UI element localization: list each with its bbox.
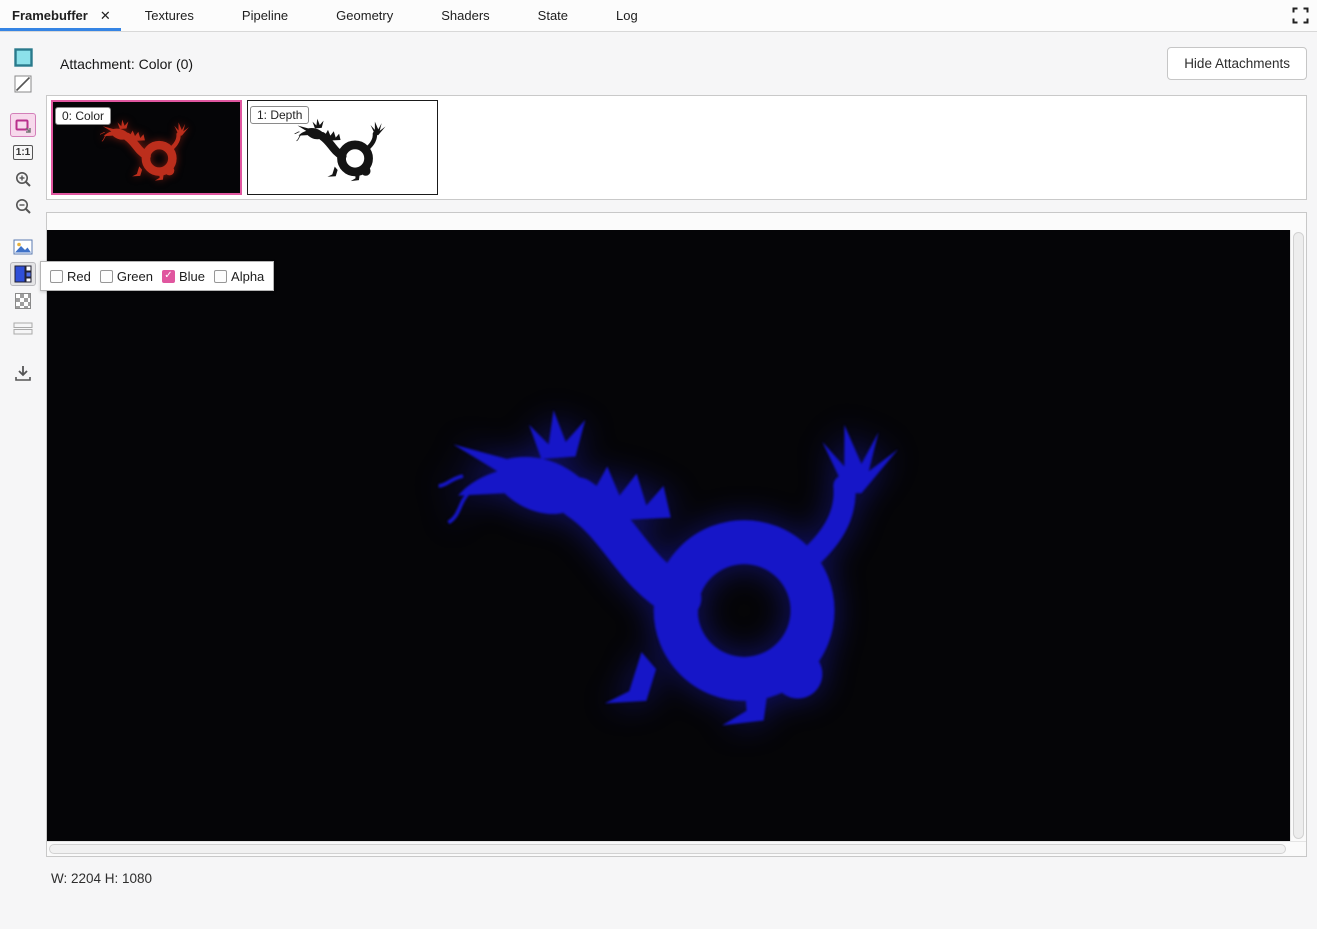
channel-selector: Red Green Blue Alpha — [40, 261, 274, 291]
alpha-checkbox-label: Alpha — [231, 269, 264, 284]
horizontal-scrollbar-thumb[interactable] — [49, 844, 1286, 854]
alpha-checkbox-box — [214, 270, 227, 283]
vertical-scrollbar[interactable] — [1290, 230, 1306, 841]
left-toolbar: 1:1 — [0, 32, 46, 929]
save-button[interactable] — [10, 361, 36, 385]
no-background-button[interactable] — [10, 72, 36, 96]
blue-checkbox-box — [162, 270, 175, 283]
attachment-chip: 1: Depth — [250, 106, 309, 124]
blue-checkbox-label: Blue — [179, 269, 205, 284]
channels-icon — [14, 265, 32, 283]
zoom-out-icon — [14, 197, 32, 215]
checkerboard-button[interactable] — [10, 289, 36, 313]
viewport — [46, 212, 1307, 857]
one-to-one-button[interactable]: 1:1 — [10, 140, 36, 164]
green-checkbox-label: Green — [117, 269, 153, 284]
hide-attachments-button[interactable]: Hide Attachments — [1167, 47, 1307, 80]
tab-framebuffer[interactable]: Framebuffer ✕ — [0, 0, 121, 31]
background-color-button[interactable] — [10, 45, 36, 69]
tab-geometry[interactable]: Geometry — [312, 0, 417, 31]
app-window: Framebuffer ✕ Textures Pipeline Geometry… — [0, 0, 1317, 929]
green-checkbox-box — [100, 270, 113, 283]
render-canvas[interactable] — [47, 230, 1290, 841]
flip-icon — [13, 322, 33, 335]
attachment-chip: 0: Color — [55, 107, 111, 125]
tab-pipeline[interactable]: Pipeline — [218, 0, 312, 31]
flip-button[interactable] — [10, 316, 36, 340]
zoom-in-icon — [14, 170, 32, 188]
zoom-out-button[interactable] — [10, 194, 36, 218]
image-icon — [13, 239, 33, 255]
viewport-top-gutter — [47, 213, 1306, 230]
channel-checkbox-green[interactable]: Green — [100, 269, 153, 284]
attachment-header: Attachment: Color (0) Hide Attachments — [46, 32, 1307, 95]
tab-textures[interactable]: Textures — [121, 0, 218, 31]
checkerboard-icon — [15, 293, 31, 309]
no-background-icon — [14, 75, 32, 93]
tab-shaders[interactable]: Shaders — [417, 0, 513, 31]
zoom-in-button[interactable] — [10, 167, 36, 191]
horizontal-scrollbar[interactable] — [47, 841, 1306, 856]
tabbar-spacer — [662, 0, 1283, 31]
attachment-thumbnail-color[interactable]: 0: Color — [51, 100, 242, 195]
attachment-thumbnail-depth[interactable]: 1: Depth — [247, 100, 438, 195]
rendered-dragon-image — [432, 371, 929, 738]
channel-checkbox-red[interactable]: Red — [50, 269, 91, 284]
image-view-button[interactable] — [10, 235, 36, 259]
tab-state[interactable]: State — [514, 0, 592, 31]
red-checkbox-box — [50, 270, 63, 283]
red-checkbox-label: Red — [67, 269, 91, 284]
attachments-strip: 0: Color 1: Depth — [46, 95, 1307, 200]
tab-log[interactable]: Log — [592, 0, 662, 31]
main-panel: Attachment: Color (0) Hide Attachments 0… — [46, 32, 1307, 929]
tab-bar: Framebuffer ✕ Textures Pipeline Geometry… — [0, 0, 1317, 32]
fit-to-window-icon — [14, 116, 32, 134]
attachment-label: Attachment: Color (0) — [60, 56, 193, 72]
channel-checkbox-blue[interactable]: Blue — [162, 269, 205, 284]
close-tab-icon[interactable]: ✕ — [100, 9, 111, 22]
tab-label: Framebuffer — [12, 8, 88, 23]
vertical-scrollbar-thumb[interactable] — [1293, 232, 1304, 839]
fit-to-window-button[interactable] — [10, 113, 36, 137]
channel-checkbox-alpha[interactable]: Alpha — [214, 269, 264, 284]
fullscreen-icon[interactable] — [1283, 0, 1317, 31]
status-dimensions: W: 2204 H: 1080 — [51, 871, 1307, 886]
background-color-icon — [13, 47, 34, 68]
channels-button[interactable] — [10, 262, 36, 286]
save-icon — [14, 364, 32, 382]
one-to-one-icon: 1:1 — [13, 145, 33, 160]
